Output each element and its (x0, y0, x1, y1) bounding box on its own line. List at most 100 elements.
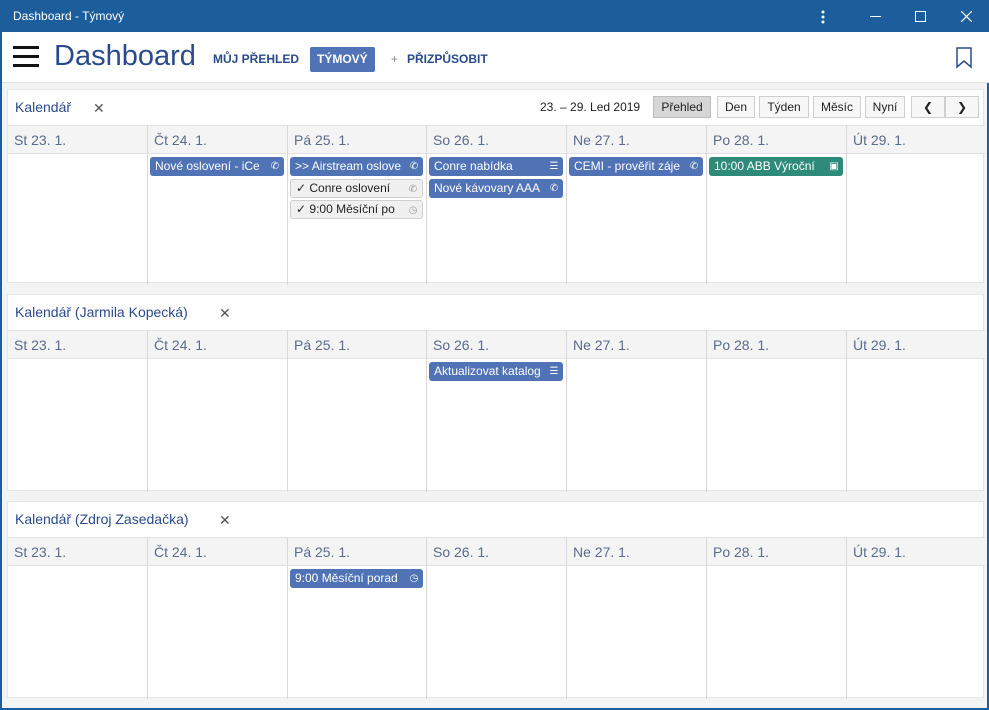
title-bar: Dashboard - Týmový (2, 1, 989, 32)
checklist-icon: ☰ (548, 157, 560, 176)
panel-title: Kalendář (Jarmila Kopecká) (15, 304, 188, 320)
day-header[interactable]: So 26. 1. (426, 125, 566, 154)
day-header[interactable]: Ne 27. 1. (566, 330, 706, 359)
calendar-event[interactable]: Nové oslovení - iCe ✆ (150, 157, 284, 176)
day-cell[interactable] (566, 359, 706, 492)
event-label: Nové kávovary AAA (434, 180, 541, 195)
window-title: Dashboard - Týmový (13, 9, 125, 23)
view-week-button[interactable]: Týden (759, 96, 809, 118)
day-cell[interactable] (8, 566, 147, 699)
phone-icon: ✆ (548, 178, 560, 198)
calendar-event[interactable]: Aktualizovat katalog ☰ (429, 362, 563, 381)
day-cell[interactable] (426, 566, 566, 699)
day-header[interactable]: So 26. 1. (426, 537, 566, 566)
view-day-button[interactable]: Den (717, 96, 755, 118)
plus-icon: + (391, 52, 399, 66)
phone-icon: ✆ (688, 157, 700, 176)
panel-title: Kalendář (Zdroj Zasedačka) (15, 511, 189, 527)
date-range: 23. – 29. Led 2019 (540, 100, 641, 114)
next-button[interactable]: ❯ (945, 96, 979, 118)
calendar-event[interactable]: ✓ 9:00 Měsíční po ◷ (290, 200, 423, 219)
calendar-grid: St 23. 1. Čt 24. 1. Pá 25. 1. So 26. 1. Ne 2… (8, 330, 985, 492)
event-label: 10:00 ABB Výroční (714, 159, 815, 173)
phone-icon: ✆ (407, 179, 419, 197)
calendar-event[interactable]: Conre nabídka ☰ (429, 157, 563, 176)
phone-icon: ✆ (269, 157, 281, 176)
close-panel-icon[interactable]: ✕ (93, 100, 105, 117)
day-header[interactable]: So 26. 1. (426, 330, 566, 359)
event-label: ✓ Conre oslovení (296, 180, 391, 195)
bookmark-icon[interactable] (955, 47, 973, 69)
event-label: Nové oslovení - iCe (155, 159, 260, 173)
event-label: >> Airstream oslove (295, 159, 402, 173)
day-header[interactable]: Út 29. 1. (846, 330, 985, 359)
panel-title: Kalendář (15, 99, 72, 115)
briefcase-icon: ▣ (828, 157, 840, 176)
day-cell[interactable] (846, 359, 985, 492)
day-header[interactable]: St 23. 1. (8, 125, 147, 154)
event-label: 9:00 Měsíční porad (295, 571, 398, 585)
view-overview-button[interactable]: Přehled (653, 96, 711, 118)
calendar-event[interactable]: CEMI - prověřit záje ✆ (569, 157, 703, 176)
checklist-icon: ☰ (548, 362, 560, 381)
prev-button[interactable]: ❮ (911, 96, 945, 118)
calendar-event[interactable]: 9:00 Měsíční porad ◷ (290, 569, 423, 588)
day-header[interactable]: Pá 25. 1. (287, 330, 426, 359)
tab-my-overview[interactable]: MŮJ PŘEHLED (213, 47, 299, 72)
calendar-event[interactable]: 10:00 ABB Výroční ▣ (709, 157, 843, 176)
calendar-panel: Kalendář ✕ 23. – 29. Led 2019 Přehled De… (7, 89, 985, 285)
day-header[interactable]: Ne 27. 1. (566, 125, 706, 154)
day-header[interactable]: Čt 24. 1. (147, 537, 287, 566)
day-cell[interactable] (8, 154, 147, 285)
event-label: CEMI - prověřit záje (574, 159, 681, 173)
panel-header: Kalendář ✕ 23. – 29. Led 2019 Přehled De… (8, 90, 983, 125)
more-icon[interactable] (800, 1, 846, 32)
maximize-icon[interactable] (897, 1, 943, 32)
day-cell[interactable] (706, 359, 846, 492)
calendar-event[interactable]: >> Airstream oslove ✆ (290, 157, 423, 176)
day-header[interactable]: Pá 25. 1. (287, 125, 426, 154)
day-cell[interactable] (706, 566, 846, 699)
panel-header: Kalendář (Zdroj Zasedačka) ✕ (8, 502, 983, 537)
app-window: Dashboard - Týmový Dashboard MŮJ PŘEHLED… (1, 0, 989, 709)
now-button[interactable]: Nyní (865, 96, 905, 118)
app-header: Dashboard MŮJ PŘEHLED TÝMOVÝ + PŘIZPŮSOB… (2, 32, 989, 83)
event-label: Aktualizovat katalog (434, 364, 541, 378)
tab-team[interactable]: TÝMOVÝ (310, 47, 375, 72)
day-header[interactable]: Po 28. 1. (706, 125, 846, 154)
day-header[interactable]: St 23. 1. (8, 330, 147, 359)
close-panel-icon[interactable]: ✕ (219, 305, 231, 322)
day-header[interactable]: Čt 24. 1. (147, 125, 287, 154)
day-header[interactable]: St 23. 1. (8, 537, 147, 566)
calendar-event[interactable]: ✓ Conre oslovení ✆ (290, 178, 423, 198)
day-cell[interactable] (846, 566, 985, 699)
page-title: Dashboard (54, 40, 196, 72)
day-cell[interactable] (8, 359, 147, 492)
day-cell[interactable] (147, 566, 287, 699)
event-label: ✓ 9:00 Měsíční po (296, 202, 395, 216)
day-header[interactable]: Po 28. 1. (706, 537, 846, 566)
clock-icon: ◷ (407, 201, 419, 218)
day-header[interactable]: Út 29. 1. (846, 125, 985, 154)
day-cell[interactable] (566, 566, 706, 699)
day-header[interactable]: Po 28. 1. (706, 330, 846, 359)
customize-button[interactable]: PŘIZPŮSOBIT (407, 47, 488, 72)
menu-icon[interactable] (13, 46, 39, 68)
view-month-button[interactable]: Měsíc (813, 96, 861, 118)
calendar-grid: St 23. 1. Čt 24. 1. Pá 25. 1. So 26. 1. Ne 2… (8, 537, 985, 699)
day-cell[interactable] (287, 359, 426, 492)
calendar-event[interactable]: Nové kávovary AAA ✆ (429, 178, 563, 198)
day-header[interactable]: Út 29. 1. (846, 537, 985, 566)
day-header[interactable]: Čt 24. 1. (147, 330, 287, 359)
day-header[interactable]: Ne 27. 1. (566, 537, 706, 566)
minimize-icon[interactable] (852, 1, 898, 32)
panel-header: Kalendář (Jarmila Kopecká) ✕ (8, 295, 983, 330)
day-cell[interactable] (846, 154, 985, 285)
event-label: Conre nabídka (434, 159, 513, 173)
close-icon[interactable] (943, 1, 989, 32)
close-panel-icon[interactable]: ✕ (219, 512, 231, 529)
calendar-panel: Kalendář (Jarmila Kopecká) ✕ St 23. 1. Čt… (7, 294, 985, 492)
calendar-grid: St 23. 1. Čt 24. 1. Pá 25. 1. So 26. 1. Ne 2… (8, 125, 985, 285)
day-header[interactable]: Pá 25. 1. (287, 537, 426, 566)
day-cell[interactable] (147, 359, 287, 492)
